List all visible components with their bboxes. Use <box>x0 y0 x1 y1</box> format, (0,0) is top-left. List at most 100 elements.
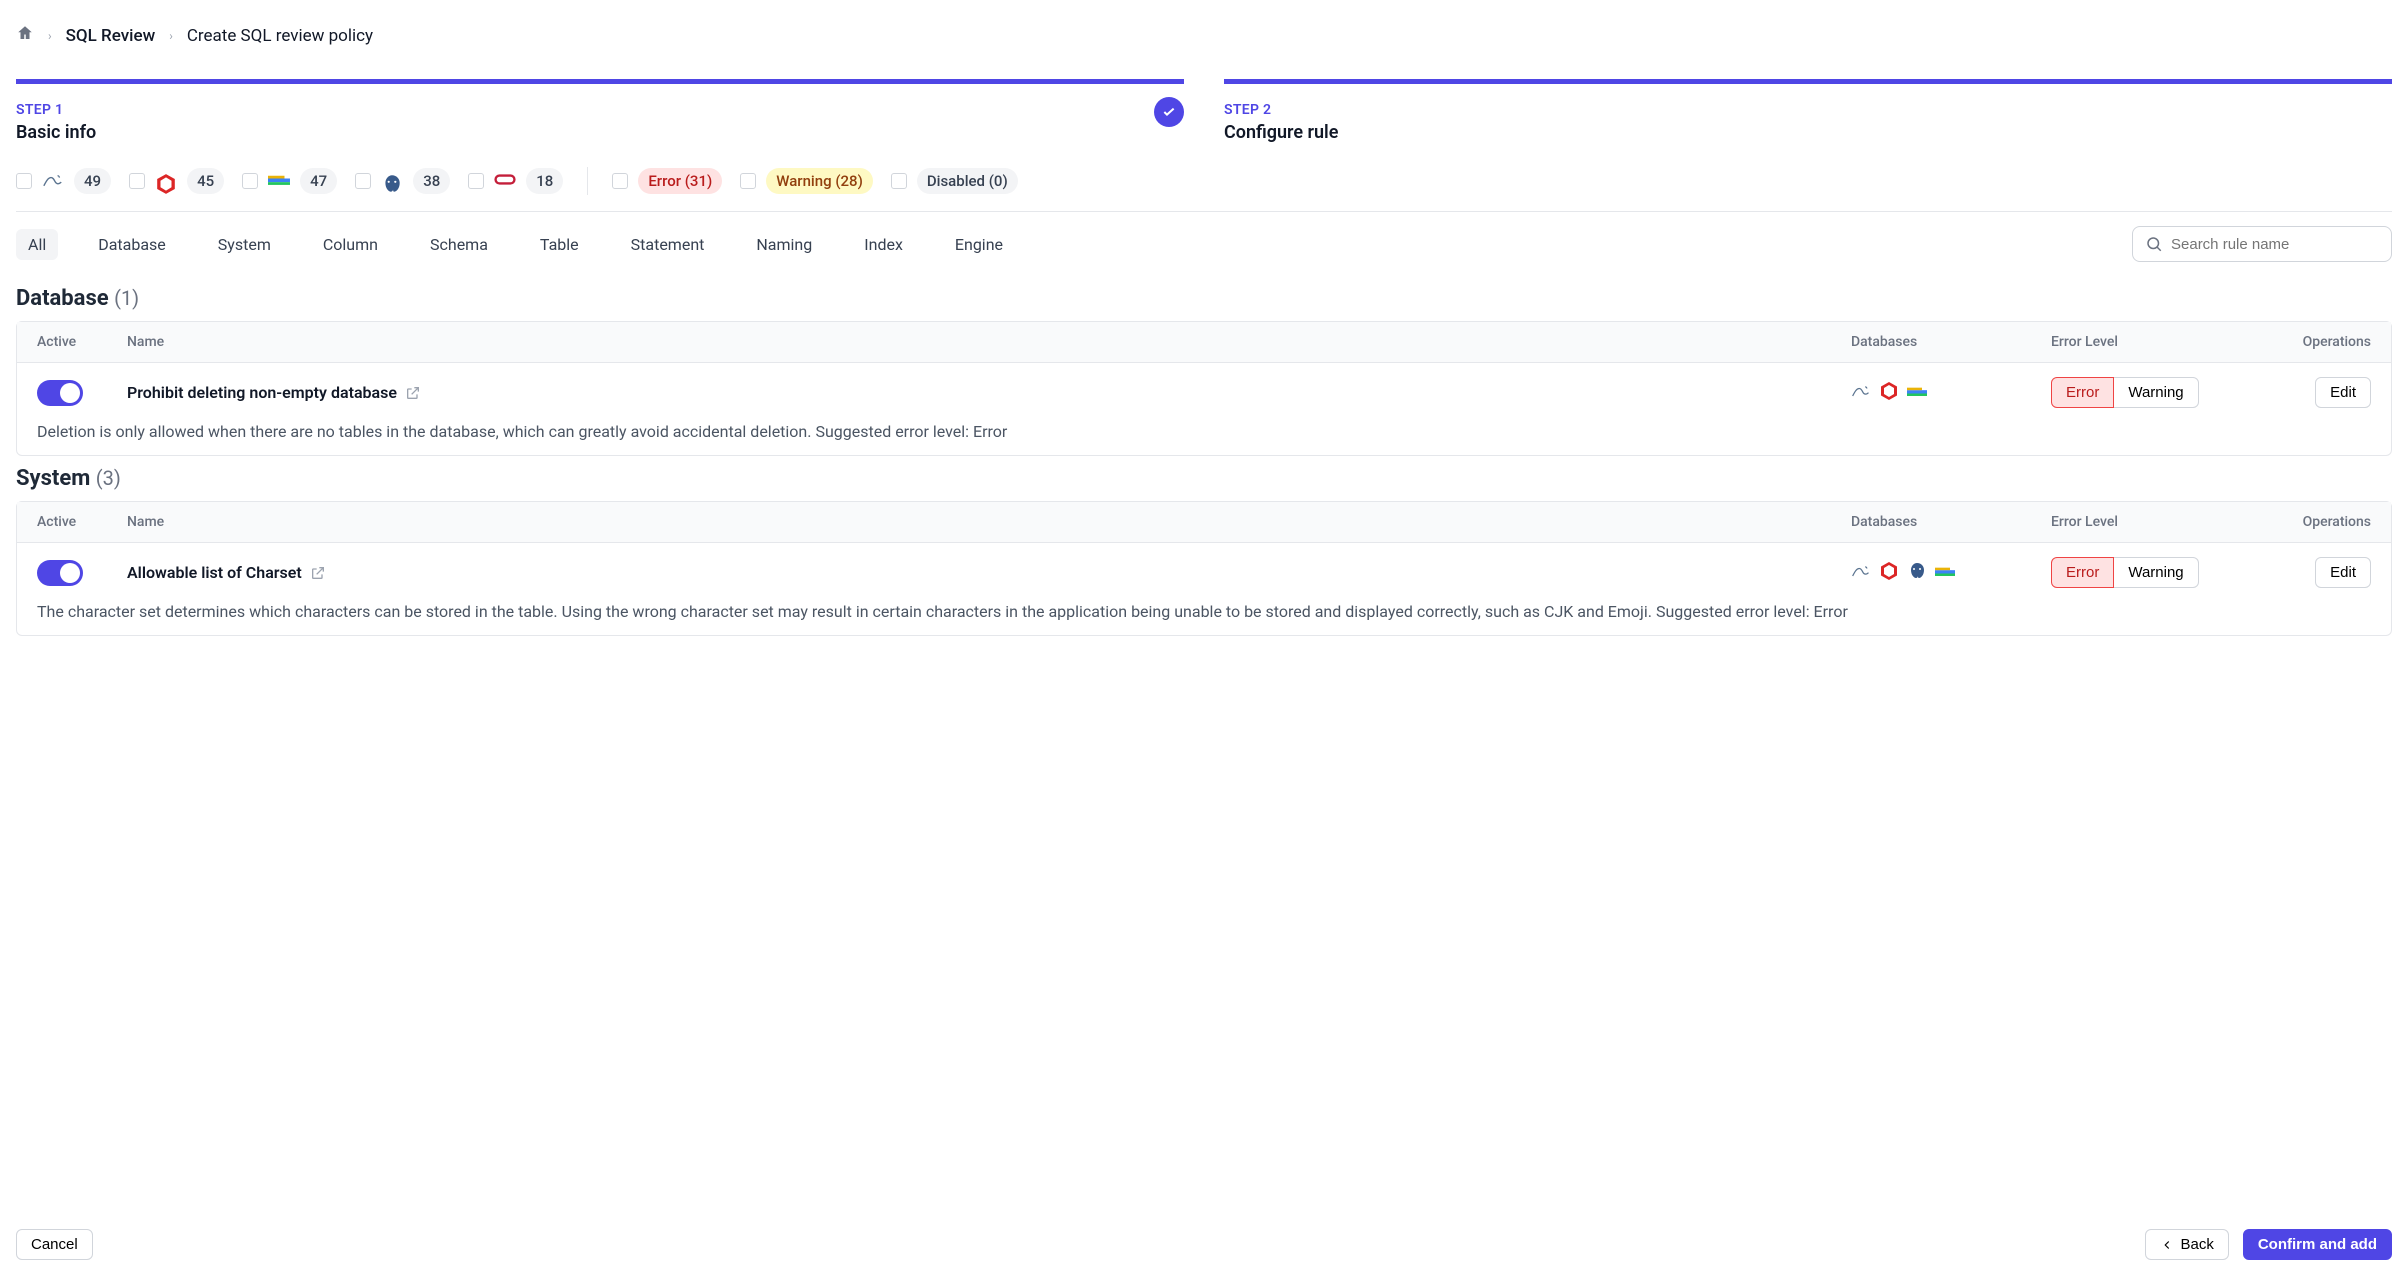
step-1-title: Basic info <box>16 122 1184 143</box>
tab-column[interactable]: Column <box>311 229 390 260</box>
filter-engine-tidb[interactable]: 45 <box>129 168 224 194</box>
home-icon[interactable] <box>16 24 34 47</box>
system-rules-table: Active Name Databases Error Level Operat… <box>16 501 2392 636</box>
filter-engine-clickhouse[interactable]: 47 <box>242 168 337 194</box>
col-active: Active <box>17 322 107 363</box>
mysql-icon <box>1851 561 1871 585</box>
col-operations: Operations <box>2251 322 2391 363</box>
level-switch: Error Warning <box>2051 377 2231 408</box>
table-header-row: Active Name Databases Error Level Operat… <box>17 502 2391 543</box>
tidb-icon <box>155 173 177 189</box>
col-databases: Databases <box>1831 322 2031 363</box>
tab-schema[interactable]: Schema <box>418 229 500 260</box>
rule-name[interactable]: Allowable list of Charset <box>127 563 1811 582</box>
edit-button[interactable]: Edit <box>2315 377 2371 408</box>
col-operations: Operations <box>2251 502 2391 543</box>
active-toggle[interactable] <box>37 380 83 406</box>
mysql-icon <box>1851 381 1871 405</box>
filter-engine-postgres[interactable]: 38 <box>355 168 450 194</box>
checkbox[interactable] <box>612 173 628 189</box>
breadcrumb-sql-review[interactable]: SQL Review <box>66 26 156 46</box>
engine-icons <box>1851 381 2011 405</box>
table-row: Prohibit deleting non-empty database Err… <box>17 363 2391 422</box>
section-count: (3) <box>96 466 121 490</box>
rule-description-row: The character set determines which chara… <box>17 602 2391 635</box>
edit-button[interactable]: Edit <box>2315 557 2371 588</box>
tabs-row: All Database System Column Schema Table … <box>0 212 2408 276</box>
section-name: Database <box>16 286 109 311</box>
chevron-right-icon: › <box>169 29 173 43</box>
rule-name-text: Prohibit deleting non-empty database <box>127 383 397 402</box>
checkbox[interactable] <box>468 173 484 189</box>
filter-level-warning[interactable]: Warning (28) <box>740 168 873 194</box>
tab-table[interactable]: Table <box>528 229 591 260</box>
tab-all[interactable]: All <box>16 229 58 260</box>
tab-index[interactable]: Index <box>852 229 915 260</box>
filter-count: 18 <box>526 168 563 194</box>
filter-count: 45 <box>187 168 224 194</box>
search-input[interactable] <box>2171 236 2379 253</box>
step-1[interactable]: STEP 1 Basic info <box>16 79 1184 143</box>
col-databases: Databases <box>1831 502 2031 543</box>
step-2-label: STEP 2 <box>1224 102 2392 118</box>
breadcrumb: › SQL Review › Create SQL review policy <box>0 16 2408 55</box>
filter-row: 49 45 47 38 18 Error (31) Warning (28) D… <box>0 167 2408 211</box>
database-rules-table: Active Name Databases Error Level Operat… <box>16 321 2392 456</box>
level-warning-button[interactable]: Warning <box>2114 557 2198 588</box>
mysql-icon <box>42 173 64 189</box>
footer: Cancel Back Confirm and add <box>0 1212 2408 1276</box>
breadcrumb-current: Create SQL review policy <box>187 26 373 46</box>
external-link-icon <box>405 385 421 401</box>
col-level: Error Level <box>2031 322 2251 363</box>
warning-badge: Warning (28) <box>766 168 873 194</box>
tab-naming[interactable]: Naming <box>744 229 824 260</box>
section-count: (1) <box>114 286 139 310</box>
checkbox[interactable] <box>355 173 371 189</box>
back-button[interactable]: Back <box>2145 1229 2228 1260</box>
checkbox[interactable] <box>891 173 907 189</box>
steps: STEP 1 Basic info STEP 2 Configure rule <box>16 79 2392 143</box>
level-warning-button[interactable]: Warning <box>2114 377 2198 408</box>
level-error-button[interactable]: Error <box>2051 377 2114 408</box>
clickhouse-icon <box>268 173 290 189</box>
clickhouse-icon <box>1907 381 1927 405</box>
tab-statement[interactable]: Statement <box>619 229 717 260</box>
checkbox[interactable] <box>740 173 756 189</box>
tabs: All Database System Column Schema Table … <box>16 229 1015 260</box>
step-2-title: Configure rule <box>1224 122 2392 143</box>
postgres-icon <box>1907 561 1927 585</box>
rule-name[interactable]: Prohibit deleting non-empty database <box>127 383 1811 402</box>
filter-count: 38 <box>413 168 450 194</box>
checkbox[interactable] <box>129 173 145 189</box>
filter-engine-oracle[interactable]: 18 <box>468 168 563 194</box>
step-2[interactable]: STEP 2 Configure rule <box>1224 79 2392 143</box>
postgres-icon <box>381 173 403 189</box>
tab-database[interactable]: Database <box>86 229 178 260</box>
step-bar <box>16 79 1184 84</box>
table-header-row: Active Name Databases Error Level Operat… <box>17 322 2391 363</box>
back-label: Back <box>2180 1236 2213 1253</box>
search-icon <box>2145 235 2163 253</box>
section-name: System <box>16 466 90 491</box>
confirm-and-add-button[interactable]: Confirm and add <box>2243 1229 2392 1260</box>
active-toggle[interactable] <box>37 560 83 586</box>
search-input-wrap[interactable] <box>2132 226 2392 262</box>
check-icon <box>1154 97 1184 127</box>
checkbox[interactable] <box>242 173 258 189</box>
col-active: Active <box>17 502 107 543</box>
filter-engine-mysql[interactable]: 49 <box>16 168 111 194</box>
checkbox[interactable] <box>16 173 32 189</box>
oracle-icon <box>494 173 516 189</box>
tidb-icon <box>1879 381 1899 405</box>
divider <box>587 167 588 195</box>
level-switch: Error Warning <box>2051 557 2231 588</box>
level-error-button[interactable]: Error <box>2051 557 2114 588</box>
error-badge: Error (31) <box>638 168 722 194</box>
col-name: Name <box>107 502 1831 543</box>
tab-system[interactable]: System <box>206 229 283 260</box>
filter-level-error[interactable]: Error (31) <box>612 168 722 194</box>
cancel-button[interactable]: Cancel <box>16 1229 93 1260</box>
tab-engine[interactable]: Engine <box>943 229 1015 260</box>
filter-level-disabled[interactable]: Disabled (0) <box>891 168 1018 194</box>
engine-icons <box>1851 561 2011 585</box>
